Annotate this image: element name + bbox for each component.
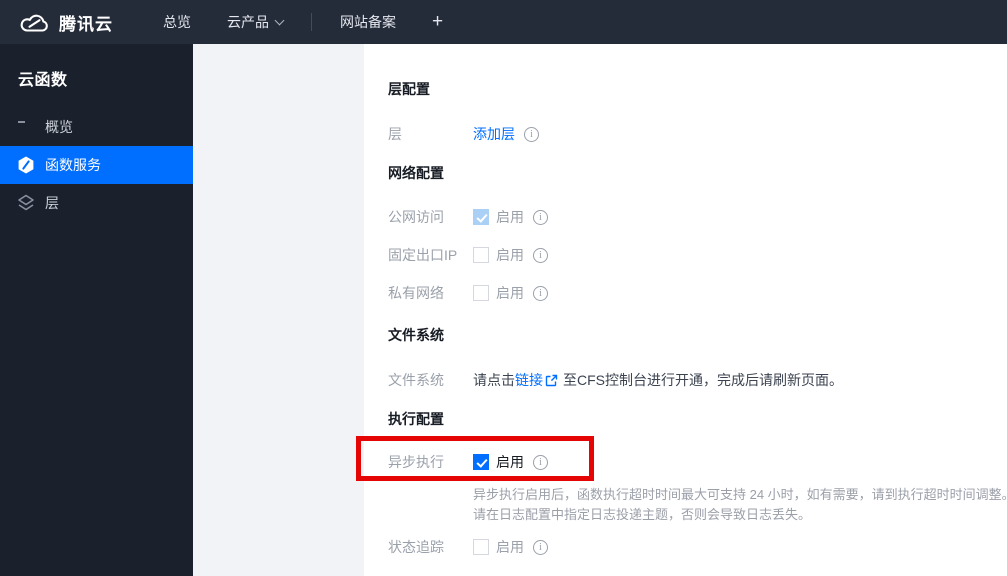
status-trace-label: 状态追踪	[388, 539, 444, 555]
layer-label: 层	[388, 126, 402, 142]
public-network-label: 公网访问	[388, 209, 444, 225]
function-config-form: 层配置 层 添加层 i 网络配置 公网访问 启用 i 固定出口IP 启用 i 私…	[364, 44, 1007, 576]
section-title-execution-config: 执行配置	[388, 411, 444, 427]
enable-label: 启用	[496, 247, 524, 263]
layer-row: 层 添加层 i	[388, 124, 539, 144]
vpc-label: 私有网络	[388, 285, 444, 301]
add-layer-link[interactable]: 添加层	[473, 124, 515, 144]
tencent-cloud-logo[interactable]: 腾讯云	[20, 10, 113, 35]
sidebar-item-overview[interactable]: 概览	[0, 108, 193, 146]
enable-label: 启用	[496, 454, 524, 470]
vpc-checkbox[interactable]	[473, 285, 489, 301]
sidebar-item-layers[interactable]: 层	[0, 184, 193, 222]
fixed-ip-label: 固定出口IP	[388, 247, 458, 263]
async-execution-label: 异步执行	[388, 454, 444, 470]
vpc-row: 私有网络 启用 i	[388, 283, 548, 303]
cloud-logo-icon	[20, 14, 48, 32]
info-icon[interactable]: i	[533, 454, 548, 470]
tencent-cloud-console: 腾讯云 总览 云产品 网站备案 + 云函数 概览 函数服务 层 层配置 层 添加…	[0, 0, 1007, 576]
grid-icon	[17, 118, 35, 136]
public-network-row: 公网访问 启用 i	[388, 207, 548, 227]
enable-label: 启用	[496, 285, 524, 301]
info-icon[interactable]: i	[533, 539, 548, 555]
sidebar-title: 云函数	[18, 72, 68, 89]
nav-divider	[311, 13, 312, 31]
file-system-label: 文件系统	[388, 372, 444, 388]
info-icon[interactable]: i	[524, 126, 539, 142]
public-network-checkbox	[473, 209, 489, 225]
async-execution-row: 异步执行 启用 i	[388, 452, 548, 472]
info-icon[interactable]: i	[533, 285, 548, 301]
async-help-line1: 异步执行启用后，函数执行超时时间最大可支持 24 小时，如有需要，请到执行超时时…	[473, 487, 1007, 502]
layers-icon	[17, 194, 35, 212]
status-trace-row: 状态追踪 启用 i	[388, 537, 548, 557]
top-nav-menu: 总览 云产品 网站备案 +	[145, 0, 453, 44]
sidebar-item-function-service[interactable]: 函数服务	[0, 146, 193, 184]
status-trace-checkbox[interactable]	[473, 539, 489, 555]
fixed-ip-checkbox[interactable]	[473, 247, 489, 263]
top-navigation-bar: 腾讯云 总览 云产品 网站备案 +	[0, 0, 1007, 44]
async-execution-checkbox[interactable]	[473, 454, 489, 470]
chevron-down-icon	[274, 15, 285, 25]
nav-item-cloud-products[interactable]: 云产品	[217, 0, 293, 44]
info-icon[interactable]: i	[533, 247, 548, 263]
cfs-console-link[interactable]: 链接	[515, 370, 543, 390]
enable-label: 启用	[496, 539, 524, 555]
file-system-hint: 请点击 链接 至CFS控制台进行开通，完成后请刷新页面。	[473, 370, 843, 390]
fixed-ip-row: 固定出口IP 启用 i	[388, 245, 548, 265]
add-nav-shortcut-button[interactable]: +	[422, 11, 453, 33]
info-icon[interactable]: i	[533, 209, 548, 225]
nav-item-overview[interactable]: 总览	[153, 0, 201, 44]
secondary-panel	[193, 44, 364, 576]
enable-label: 启用	[496, 209, 524, 225]
external-link-icon	[545, 374, 558, 387]
sidebar: 云函数 概览 函数服务 层	[0, 44, 193, 576]
section-title-file-system: 文件系统	[388, 327, 444, 343]
nav-item-icp-filing[interactable]: 网站备案	[330, 0, 406, 44]
async-help-line2: 请在日志配置中指定日志投递主题，否则会导致日志丢失。	[473, 507, 812, 522]
section-title-layer-config: 层配置	[388, 81, 430, 97]
file-system-row: 文件系统 请点击 链接 至CFS控制台进行开通，完成后请刷新页面。	[388, 370, 843, 390]
brand-name: 腾讯云	[59, 14, 113, 34]
section-title-network-config: 网络配置	[388, 165, 444, 181]
function-hexagon-icon	[17, 156, 35, 174]
